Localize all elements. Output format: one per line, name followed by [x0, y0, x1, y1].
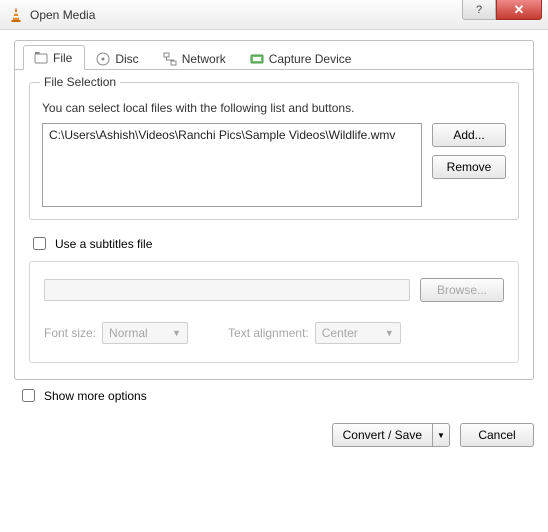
use-subtitles-row: Use a subtitles file [29, 234, 519, 253]
tab-capture[interactable]: Capture Device [239, 46, 365, 70]
tabs-container: File Disc Network Capture Device File Se… [14, 40, 534, 380]
convert-save-label: Convert / Save [343, 428, 422, 442]
window-title: Open Media [30, 8, 95, 22]
text-alignment-value: Center [322, 326, 358, 340]
subtitles-panel: Browse... Font size: Normal ▼ Text align… [29, 261, 519, 363]
dialog-button-bar: Convert / Save ▼ Cancel [14, 423, 534, 447]
text-alignment-combo: Center ▼ [315, 322, 401, 344]
file-list-item[interactable]: C:\Users\Ashish\Videos\Ranchi Pics\Sampl… [49, 128, 415, 142]
file-icon [34, 51, 48, 65]
remove-button-label: Remove [447, 160, 492, 174]
tab-capture-label: Capture Device [269, 52, 352, 66]
cancel-button[interactable]: Cancel [460, 423, 534, 447]
chevron-down-icon: ▼ [172, 328, 181, 338]
browse-label: Browse... [437, 283, 487, 297]
disc-icon [96, 52, 110, 66]
font-size-value: Normal [109, 326, 148, 340]
use-subtitles-checkbox[interactable] [33, 237, 46, 250]
vlc-cone-icon [8, 7, 24, 23]
add-button-label: Add... [453, 128, 484, 142]
font-size-label: Font size: [44, 326, 96, 340]
show-more-options-checkbox[interactable] [22, 389, 35, 402]
help-button[interactable]: ? [462, 0, 496, 20]
file-selection-title: File Selection [40, 75, 120, 89]
cancel-label: Cancel [478, 428, 515, 442]
capture-icon [250, 52, 264, 66]
tab-file[interactable]: File [23, 45, 85, 70]
show-more-options-row: Show more options [18, 386, 534, 405]
chevron-down-icon: ▼ [385, 328, 394, 338]
file-list[interactable]: C:\Users\Ashish\Videos\Ranchi Pics\Sampl… [42, 123, 422, 207]
use-subtitles-label: Use a subtitles file [55, 237, 152, 251]
tab-network-label: Network [182, 52, 226, 66]
remove-button[interactable]: Remove [432, 155, 506, 179]
tab-disc[interactable]: Disc [85, 46, 151, 70]
subtitle-path-field [44, 279, 410, 301]
dialog-content: File Disc Network Capture Device File Se… [0, 30, 548, 459]
add-button[interactable]: Add... [432, 123, 506, 147]
tab-file-label: File [53, 51, 72, 65]
text-alignment-label: Text alignment: [228, 326, 309, 340]
tab-body-file: File Selection You can select local file… [15, 69, 533, 379]
convert-save-split-button[interactable]: Convert / Save ▼ [332, 423, 450, 447]
close-button[interactable]: ✕ [496, 0, 542, 20]
font-size-combo: Normal ▼ [102, 322, 188, 344]
convert-save-button[interactable]: Convert / Save [332, 423, 432, 447]
window-buttons: ? ✕ [462, 0, 542, 20]
browse-subtitle-button: Browse... [420, 278, 504, 302]
title-bar: Open Media ? ✕ [0, 0, 548, 30]
tab-network[interactable]: Network [152, 46, 239, 70]
file-selection-hint: You can select local files with the foll… [42, 101, 506, 115]
file-selection-group: File Selection You can select local file… [29, 82, 519, 220]
tab-disc-label: Disc [115, 52, 138, 66]
tab-strip: File Disc Network Capture Device [15, 42, 533, 70]
network-icon [163, 52, 177, 66]
show-more-options-label: Show more options [44, 389, 147, 403]
convert-save-dropdown[interactable]: ▼ [432, 423, 450, 447]
